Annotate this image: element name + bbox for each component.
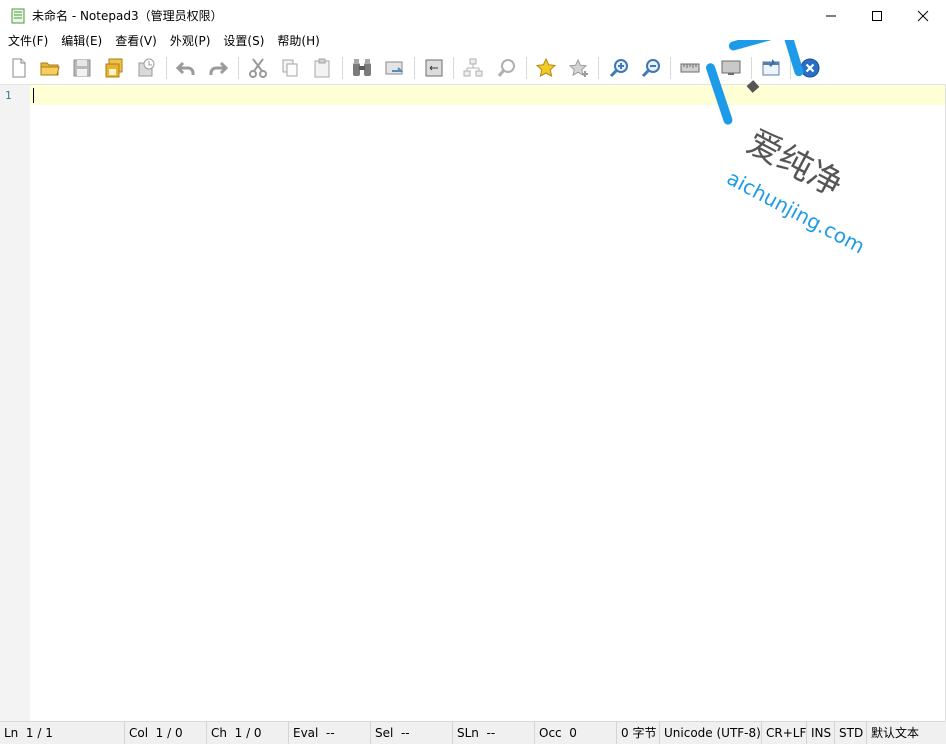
monitor-icon bbox=[721, 60, 741, 75]
redo-button[interactable] bbox=[205, 55, 231, 81]
maximize-button[interactable] bbox=[854, 0, 900, 31]
pin-window-icon bbox=[762, 59, 780, 76]
editor-area[interactable]: 1 bbox=[0, 85, 946, 721]
new-file-button[interactable] bbox=[6, 55, 32, 81]
tree-icon bbox=[463, 58, 483, 77]
zoom-in-button[interactable] bbox=[606, 55, 632, 81]
star-icon bbox=[535, 57, 557, 77]
save-copy-button[interactable] bbox=[133, 55, 159, 81]
exit-button[interactable] bbox=[797, 55, 823, 81]
save-as-icon bbox=[105, 58, 123, 78]
status-bytes[interactable]: 0 字节 bbox=[617, 722, 660, 744]
title-bar: 未命名 - Notepad3（管理员权限） bbox=[0, 0, 946, 31]
menu-settings[interactable]: 设置(S) bbox=[217, 31, 271, 51]
close-icon bbox=[917, 10, 929, 21]
pin-window-button[interactable] bbox=[758, 55, 784, 81]
word-wrap-icon bbox=[425, 59, 443, 77]
replace-button[interactable] bbox=[382, 55, 408, 81]
zoom-fit-icon bbox=[497, 59, 515, 77]
zoom-out-icon bbox=[641, 59, 660, 78]
ruler-icon bbox=[680, 63, 700, 73]
status-encoding[interactable]: Unicode (UTF-8) bbox=[660, 722, 762, 744]
line-number: 1 bbox=[5, 89, 12, 102]
maximize-icon bbox=[872, 10, 882, 21]
text-caret bbox=[33, 88, 34, 103]
status-eval[interactable]: Eval -- bbox=[289, 722, 371, 744]
status-occurrences[interactable]: Occ 0 bbox=[535, 722, 617, 744]
copy-icon bbox=[282, 59, 298, 77]
close-button[interactable] bbox=[900, 0, 946, 31]
zoom-in-icon bbox=[609, 59, 628, 78]
status-bar: Ln 1 / 1 Col 1 / 0 Ch 1 / 0 Eval -- Sel … bbox=[0, 721, 946, 744]
status-lexer[interactable]: 默认文本 bbox=[867, 722, 946, 744]
save-icon bbox=[73, 59, 91, 77]
status-line[interactable]: Ln 1 / 1 bbox=[0, 722, 125, 744]
find-button[interactable] bbox=[349, 55, 375, 81]
undo-button[interactable] bbox=[173, 55, 199, 81]
exit-icon bbox=[800, 58, 820, 78]
menu-view[interactable]: 查看(V) bbox=[109, 31, 164, 51]
line-number-gutter: 1 bbox=[0, 85, 30, 721]
status-selection[interactable]: Sel -- bbox=[371, 722, 453, 744]
zoom-fit-button[interactable] bbox=[494, 55, 520, 81]
menu-appearance[interactable]: 外观(P) bbox=[164, 31, 218, 51]
favorites-button[interactable] bbox=[533, 55, 559, 81]
minimize-icon bbox=[826, 15, 836, 16]
menu-help[interactable]: 帮助(H) bbox=[271, 31, 326, 51]
status-char[interactable]: Ch 1 / 0 bbox=[207, 722, 289, 744]
zoom-out-button[interactable] bbox=[638, 55, 664, 81]
status-column[interactable]: Col 1 / 0 bbox=[125, 722, 207, 744]
status-insert-mode[interactable]: INS bbox=[807, 722, 835, 744]
menu-bar: 文件(F) 编辑(E) 查看(V) 外观(P) 设置(S) 帮助(H) bbox=[0, 31, 946, 51]
new-file-icon bbox=[12, 58, 26, 78]
tree-button[interactable] bbox=[460, 55, 486, 81]
replace-icon bbox=[385, 61, 404, 75]
redo-icon bbox=[209, 61, 229, 75]
save-copy-icon bbox=[138, 58, 155, 77]
cut-button[interactable] bbox=[245, 55, 271, 81]
notepad-icon bbox=[11, 8, 25, 23]
find-icon bbox=[353, 59, 371, 76]
status-std[interactable]: STD bbox=[835, 722, 867, 744]
menu-file[interactable]: 文件(F) bbox=[2, 31, 55, 51]
open-button[interactable] bbox=[37, 55, 63, 81]
open-folder-icon bbox=[40, 62, 60, 76]
status-selected-lines[interactable]: SLn -- bbox=[453, 722, 535, 744]
current-line-highlight bbox=[30, 85, 946, 105]
undo-icon bbox=[175, 61, 195, 75]
status-eol[interactable]: CR+LF bbox=[762, 722, 807, 744]
star-add-icon bbox=[568, 58, 588, 77]
word-wrap-button[interactable] bbox=[421, 55, 447, 81]
menu-edit[interactable]: 编辑(E) bbox=[55, 31, 109, 51]
save-button[interactable] bbox=[69, 55, 95, 81]
ruler-button[interactable] bbox=[677, 55, 703, 81]
toolbar bbox=[0, 51, 946, 85]
cut-icon bbox=[249, 58, 267, 78]
paste-button[interactable] bbox=[309, 55, 335, 81]
minimize-button[interactable] bbox=[808, 0, 854, 31]
window-title: 未命名 - Notepad3（管理员权限） bbox=[32, 9, 223, 23]
add-favorite-button[interactable] bbox=[566, 55, 592, 81]
save-as-button[interactable] bbox=[101, 55, 127, 81]
monitor-button[interactable] bbox=[718, 55, 744, 81]
paste-icon bbox=[314, 58, 330, 78]
copy-button[interactable] bbox=[277, 55, 303, 81]
